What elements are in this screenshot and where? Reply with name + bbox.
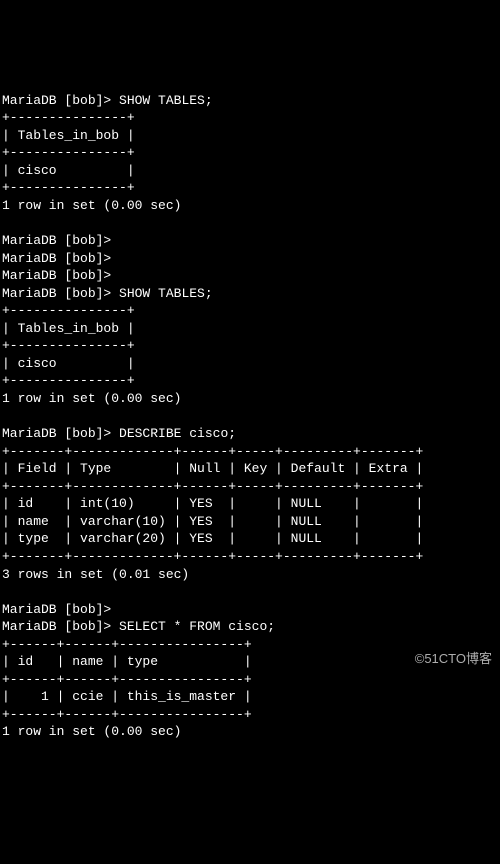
table-row: | 1 | ccie | this_is_master |	[2, 689, 252, 704]
table-ruler: +------+------+----------------+	[2, 672, 252, 687]
table-header: | Tables_in_bob |	[2, 128, 135, 143]
table-ruler: +-------+-------------+------+-----+----…	[2, 479, 423, 494]
sql-command: SELECT * FROM cisco;	[119, 619, 275, 634]
table-row: | id | int(10) | YES | | NULL | |	[2, 496, 423, 511]
prompt-line[interactable]: MariaDB [bob]> SHOW TABLES;	[2, 93, 213, 108]
table-ruler: +---------------+	[2, 145, 135, 160]
sql-prompt: MariaDB [bob]>	[2, 426, 111, 441]
table-ruler: +------+------+----------------+	[2, 637, 252, 652]
result-summary: 1 row in set (0.00 sec)	[2, 724, 181, 739]
table-header: | id | name | type |	[2, 654, 252, 669]
table-ruler: +---------------+	[2, 303, 135, 318]
sql-prompt: MariaDB [bob]>	[2, 251, 111, 266]
sql-prompt: MariaDB [bob]>	[2, 602, 111, 617]
prompt-line[interactable]: MariaDB [bob]>	[2, 233, 111, 248]
prompt-line[interactable]: MariaDB [bob]>	[2, 602, 111, 617]
table-ruler: +-------+-------------+------+-----+----…	[2, 549, 423, 564]
sql-command: SHOW TABLES;	[119, 93, 213, 108]
table-ruler: +---------------+	[2, 180, 135, 195]
table-row: | cisco |	[2, 163, 135, 178]
result-summary: 3 rows in set (0.01 sec)	[2, 567, 189, 582]
terminal-output: MariaDB [bob]> SHOW TABLES; +-----------…	[2, 74, 498, 741]
sql-prompt: MariaDB [bob]>	[2, 233, 111, 248]
sql-prompt: MariaDB [bob]>	[2, 93, 111, 108]
prompt-line[interactable]: MariaDB [bob]>	[2, 251, 111, 266]
sql-prompt: MariaDB [bob]>	[2, 268, 111, 283]
sql-command: DESCRIBE cisco;	[119, 426, 236, 441]
result-summary: 1 row in set (0.00 sec)	[2, 391, 181, 406]
table-row: | type | varchar(20) | YES | | NULL | |	[2, 531, 423, 546]
table-ruler: +---------------+	[2, 338, 135, 353]
table-row: | cisco |	[2, 356, 135, 371]
prompt-line[interactable]: MariaDB [bob]> DESCRIBE cisco;	[2, 426, 236, 441]
sql-prompt: MariaDB [bob]>	[2, 286, 111, 301]
table-row: | name | varchar(10) | YES | | NULL | |	[2, 514, 423, 529]
table-ruler: +---------------+	[2, 373, 135, 388]
prompt-line[interactable]: MariaDB [bob]> SELECT * FROM cisco;	[2, 619, 275, 634]
watermark: ©51CTO博客	[415, 650, 492, 668]
table-header: | Tables_in_bob |	[2, 321, 135, 336]
sql-prompt: MariaDB [bob]>	[2, 619, 111, 634]
sql-command: SHOW TABLES;	[119, 286, 213, 301]
prompt-line[interactable]: MariaDB [bob]>	[2, 268, 111, 283]
table-ruler: +-------+-------------+------+-----+----…	[2, 444, 423, 459]
prompt-line[interactable]: MariaDB [bob]> SHOW TABLES;	[2, 286, 213, 301]
table-ruler: +---------------+	[2, 110, 135, 125]
table-header: | Field | Type | Null | Key | Default | …	[2, 461, 423, 476]
table-ruler: +------+------+----------------+	[2, 707, 252, 722]
result-summary: 1 row in set (0.00 sec)	[2, 198, 181, 213]
